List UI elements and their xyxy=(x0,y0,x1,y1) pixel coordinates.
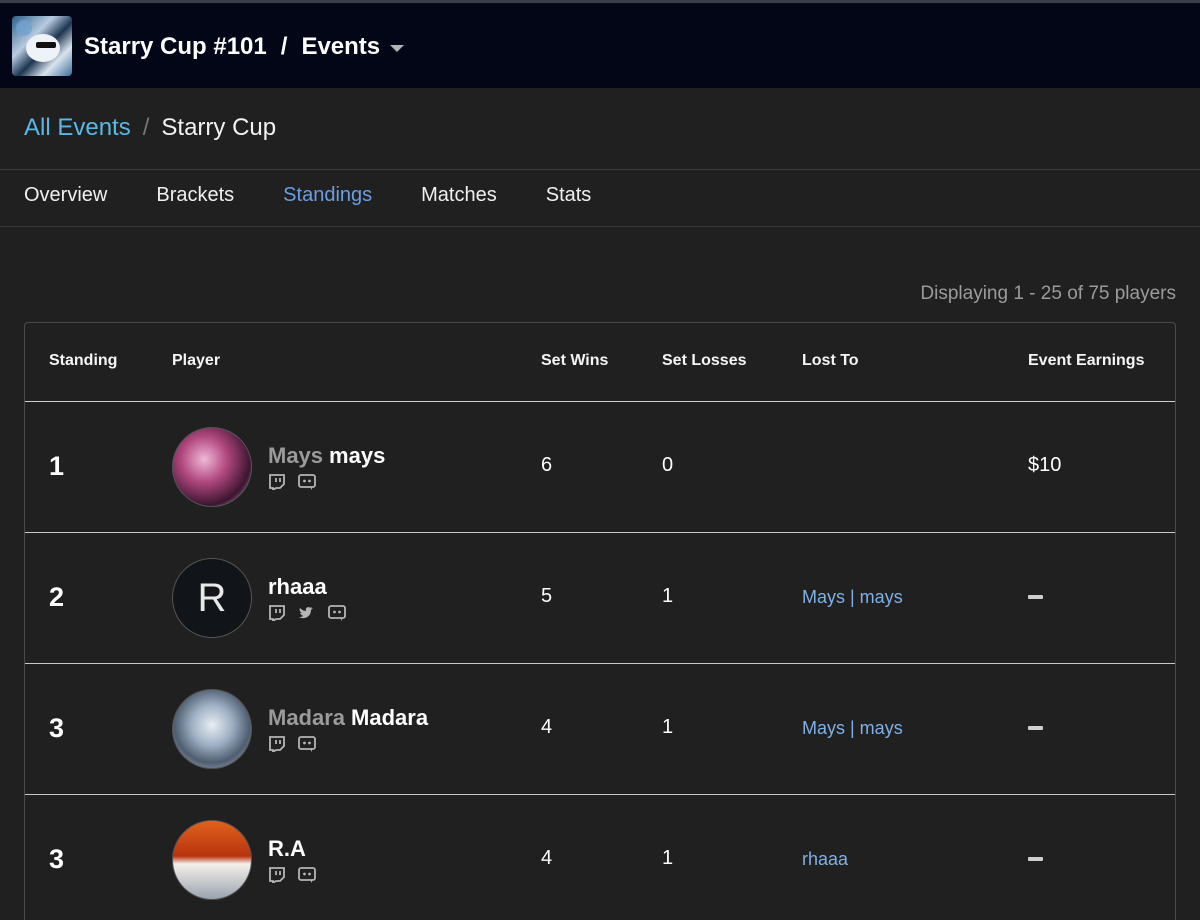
header-standing: Standing xyxy=(49,352,118,369)
lost-to-link[interactable]: Mays | mays xyxy=(802,718,903,739)
chevron-down-icon[interactable] xyxy=(390,45,405,52)
table-header: Standing Player Set Wins Set Losses Lost… xyxy=(25,323,1175,402)
social-links xyxy=(268,867,316,883)
avatar[interactable]: R xyxy=(172,558,252,638)
events-dropdown[interactable]: Events xyxy=(301,33,380,61)
breadcrumb: All Events / Starry Cup xyxy=(24,114,276,142)
lost-to-link[interactable]: Mays | mays xyxy=(802,587,903,608)
tab-stats[interactable]: Stats xyxy=(546,184,592,207)
social-links xyxy=(268,736,316,752)
set-losses-value: 1 xyxy=(662,716,674,738)
header-set-losses: Set Losses xyxy=(662,352,747,369)
header-player: Player xyxy=(172,352,221,369)
tournament-title-bar: Starry Cup #101 / Events xyxy=(84,33,405,61)
player-gamertag: rhaaa xyxy=(268,574,327,599)
no-earnings-dash xyxy=(1028,726,1043,730)
title-separator: / xyxy=(280,33,288,60)
standing-value: 3 xyxy=(49,713,65,743)
tab-brackets[interactable]: Brackets xyxy=(156,184,234,207)
tab-matches[interactable]: Matches xyxy=(421,184,497,207)
avatar[interactable] xyxy=(172,689,252,769)
avatar[interactable] xyxy=(172,820,252,900)
no-earnings-dash xyxy=(1028,857,1043,861)
table-row: 3 Madara Madara 4 1 Mays | mays xyxy=(25,664,1175,795)
table-row: 1 Mays mays 6 0 $10 xyxy=(25,402,1175,533)
twitch-icon[interactable] xyxy=(268,867,286,883)
tab-overview[interactable]: Overview xyxy=(24,184,107,207)
standings-table: Standing Player Set Wins Set Losses Lost… xyxy=(24,322,1176,920)
set-losses-value: 1 xyxy=(662,847,674,869)
player-name[interactable]: R.A xyxy=(268,836,306,862)
discord-icon[interactable] xyxy=(298,474,316,490)
standing-value: 1 xyxy=(49,451,65,481)
twitch-icon[interactable] xyxy=(268,605,286,621)
player-gamertag: R.A xyxy=(268,836,306,861)
social-links xyxy=(268,474,316,490)
standing-value: 3 xyxy=(49,844,65,874)
social-links xyxy=(268,605,346,621)
standing-value: 2 xyxy=(49,582,65,612)
tournament-logo[interactable] xyxy=(12,16,72,76)
avatar[interactable] xyxy=(172,427,252,507)
divider xyxy=(0,226,1200,227)
discord-icon[interactable] xyxy=(298,867,316,883)
discord-icon[interactable] xyxy=(328,605,346,621)
set-losses-value: 1 xyxy=(662,585,674,607)
event-tabs: Overview Brackets Standings Matches Stat… xyxy=(24,184,640,207)
breadcrumb-current: Starry Cup xyxy=(161,114,277,141)
tab-standings[interactable]: Standings xyxy=(283,184,372,207)
header-set-wins: Set Wins xyxy=(541,352,609,369)
divider xyxy=(0,169,1200,170)
breadcrumb-all-events-link[interactable]: All Events xyxy=(24,114,131,142)
table-row: 2 R rhaaa 5 1 Mays | mays xyxy=(25,533,1175,664)
set-wins-value: 5 xyxy=(541,585,553,607)
player-prefix: Madara xyxy=(268,705,346,730)
discord-icon[interactable] xyxy=(298,736,316,752)
header-lost-to: Lost To xyxy=(802,352,859,369)
tournament-name[interactable]: Starry Cup #101 xyxy=(84,33,267,61)
player-prefix: Mays xyxy=(268,443,324,468)
no-earnings-dash xyxy=(1028,595,1043,599)
top-bar: Starry Cup #101 / Events xyxy=(0,0,1200,88)
set-losses-value: 0 xyxy=(662,454,674,476)
header-event-earnings: Event Earnings xyxy=(1028,352,1145,369)
set-wins-value: 4 xyxy=(541,847,553,869)
player-name[interactable]: Mays mays xyxy=(268,443,385,469)
twitch-icon[interactable] xyxy=(268,474,286,490)
display-count: Displaying 1 - 25 of 75 players xyxy=(920,283,1176,304)
twitter-icon[interactable] xyxy=(298,605,316,621)
twitch-icon[interactable] xyxy=(268,736,286,752)
breadcrumb-separator: / xyxy=(142,114,150,141)
player-name[interactable]: rhaaa xyxy=(268,574,327,600)
earnings-value: $10 xyxy=(1028,454,1062,476)
player-name[interactable]: Madara Madara xyxy=(268,705,428,731)
player-gamertag: Madara xyxy=(351,705,429,730)
set-wins-value: 4 xyxy=(541,716,553,738)
set-wins-value: 6 xyxy=(541,454,553,476)
table-row: 3 R.A 4 1 rhaaa xyxy=(25,795,1175,920)
lost-to-link[interactable]: rhaaa xyxy=(802,849,848,870)
player-gamertag: mays xyxy=(329,443,386,468)
